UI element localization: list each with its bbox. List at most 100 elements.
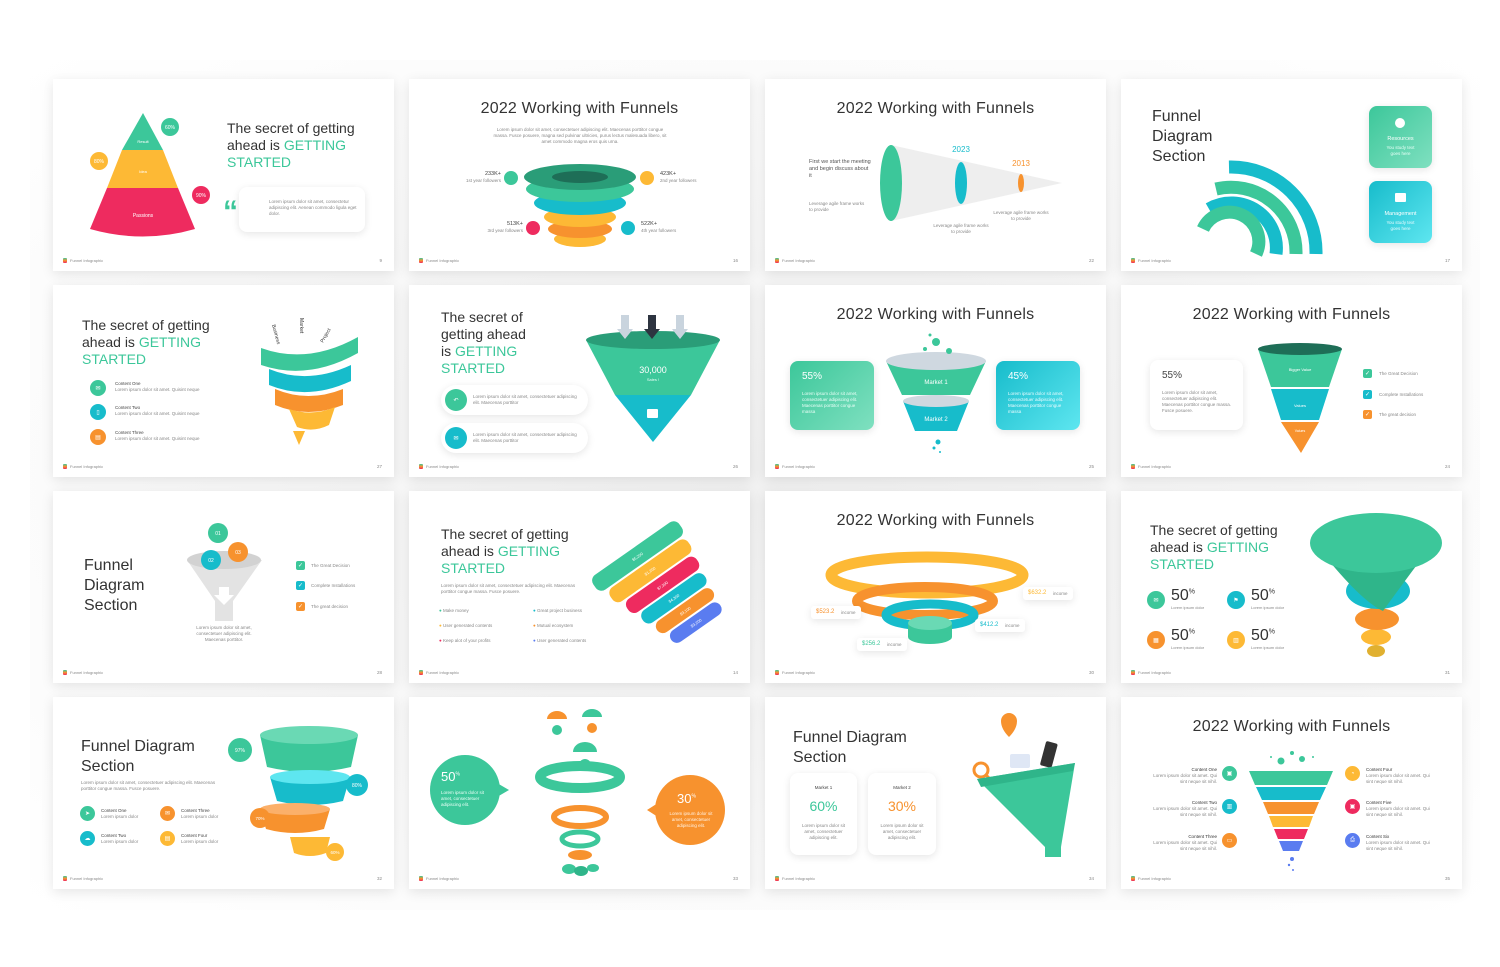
legend-item: The great decision <box>1379 412 1417 417</box>
marketing-funnel-graphic <box>972 713 1075 857</box>
bar-chart-icon: ▥ <box>1222 799 1237 814</box>
footer-brand: Funnel Infographic <box>63 258 103 263</box>
list-item: Content Five Lorem ipsum dolor sit amet. … <box>1366 800 1430 817</box>
slide-thumbnail-2[interactable]: 2022 Working with Funnels Lorem ipsum do… <box>409 79 750 271</box>
page-number: 25 <box>1088 464 1094 469</box>
svg-text:02: 02 <box>208 558 214 564</box>
footer-brand: Funnel Infographic <box>775 464 815 469</box>
footer-brand: Funnel Infographic <box>775 876 815 881</box>
slide-thumbnail-8[interactable]: 2022 Working with Funnels 55% Lorem ipsu… <box>1121 285 1462 477</box>
board-icon <box>1395 193 1406 202</box>
logo-icon <box>63 876 67 881</box>
slide-thumbnail-15[interactable]: Funnel Diagram Section Market 1 60% Lore… <box>765 697 1106 889</box>
year-label: 2023 <box>952 145 970 154</box>
mail-icon: ✉ <box>445 427 467 449</box>
footer-brand: Funnel Infographic <box>1131 258 1171 263</box>
list-item: Content Six Lorem ipsum dolor sit amet. Q… <box>1366 834 1430 851</box>
page-number: 16 <box>732 258 738 263</box>
lead-text: First we start the meeting and begin dis… <box>809 159 871 179</box>
page-number: 17 <box>1444 258 1450 263</box>
svg-text:60%: 60% <box>165 125 176 131</box>
spiral-funnel-graphic: Business Market Project <box>261 318 358 445</box>
footer-brand: Funnel Infographic <box>1131 876 1171 881</box>
stat-4: 522K+ 4th year followers <box>641 221 677 233</box>
footer-brand: Funnel Infographic <box>419 670 459 675</box>
magnifier-icon <box>972 761 990 779</box>
reply-icon: ↶ <box>445 389 467 411</box>
user-icon <box>552 725 562 735</box>
slide-thumbnail-14[interactable]: 50% Lorem ipsum dolor sit amet, consecte… <box>409 697 750 889</box>
svg-text:Market 2: Market 2 <box>924 417 948 423</box>
chat-icon <box>1010 754 1030 768</box>
layer-label: Idea <box>139 169 148 174</box>
slide-thumbnail-3[interactable]: 2022 Working with Funnels 2023 2013 Firs… <box>765 79 1106 271</box>
footer-brand: Funnel Infographic <box>419 876 459 881</box>
svg-text:Market: Market <box>298 318 304 334</box>
bubble-value-right: 30% <box>677 791 696 806</box>
svg-text:Values: Values <box>1294 403 1306 408</box>
slide-thumbnail-13[interactable]: Funnel Diagram Section Lorem ipsum dolor… <box>53 697 394 889</box>
logo-icon <box>1131 464 1135 469</box>
layer-label: Result <box>137 139 149 144</box>
slide-thumbnail-16[interactable]: 2022 Working with Funnels ▣ Content One L… <box>1121 697 1462 889</box>
note-text: Leverage agile frame works to provide <box>933 223 989 234</box>
logo-icon <box>63 464 67 469</box>
slide-thumbnail-5[interactable]: The secret of getting ahead is GETTING S… <box>53 285 394 477</box>
check-icon: ✓ <box>296 581 305 590</box>
check-icon <box>647 409 658 418</box>
page-number: 22 <box>1088 258 1094 263</box>
svg-text:Bigger Value: Bigger Value <box>1289 367 1312 372</box>
layer-label: Passions <box>133 213 154 219</box>
svg-text:Values: Values <box>1295 429 1306 433</box>
page-number: 27 <box>376 464 382 469</box>
svg-text:60%: 60% <box>330 850 339 855</box>
slide-thumbnail-1[interactable]: Result Idea Passions 60% 80% 90% “ The s… <box>53 79 394 271</box>
check-icon: ✓ <box>1363 390 1372 399</box>
three-layer-funnel-graphic: Bigger Value Values Values <box>1258 343 1342 453</box>
list-item: Content Three Lorem ipsum dolor sit amet.… <box>1153 834 1217 851</box>
list-item: Content Two Lorem ipsum dolor sit amet. Q… <box>1153 800 1217 817</box>
pie-chart-icon <box>1395 118 1405 128</box>
legend-item: Complete Installations <box>311 583 356 588</box>
svg-text:Business: Business <box>270 324 281 346</box>
stat-icon <box>504 171 518 185</box>
layered-funnel-graphic <box>1249 751 1333 871</box>
page-number: 28 <box>376 670 382 675</box>
page-number: 33 <box>732 876 738 881</box>
note-text: Leverage agile frame works to provide <box>993 210 1049 221</box>
bubble-text: Lorem ipsum dolor sit amet, consectetuer… <box>441 790 485 807</box>
list-item: Content One Lorem ipsum dolor sit amet. Q… <box>1153 767 1217 784</box>
slide-thumbnail-11[interactable]: 2022 Working with Funnels $632.2 income $… <box>765 491 1106 683</box>
logo-icon <box>775 876 779 881</box>
description: Lorem ipsum dolor sit amet, consectetuer… <box>196 625 252 642</box>
slide-thumbnail-6[interactable]: The secret of getting ahead is GETTING S… <box>409 285 750 477</box>
svg-text:80%: 80% <box>352 783 363 789</box>
check-icon: ✓ <box>296 602 305 611</box>
stat-3: 513K+ 3rd year followers <box>487 221 523 233</box>
svg-text:Sales !: Sales ! <box>647 377 659 382</box>
slide-thumbnail-12[interactable]: The secret of getting ahead is GETTING S… <box>1121 491 1462 683</box>
slide-thumbnail-10[interactable]: The secret of getting ahead is GETTING S… <box>409 491 750 683</box>
stat-icon <box>640 171 654 185</box>
quote-icon: “ <box>223 195 238 228</box>
management-card: Management You study text goes here <box>1369 181 1432 243</box>
check-icon: ✓ <box>296 561 305 570</box>
stat-1: 233K+ 1st year followers <box>465 171 501 183</box>
footer-brand: Funnel Infographic <box>1131 464 1171 469</box>
footer-brand: Funnel Infographic <box>1131 670 1171 675</box>
footer-brand: Funnel Infographic <box>775 670 815 675</box>
arrow-down-icons <box>617 315 688 339</box>
logo-icon <box>775 670 779 675</box>
pie-chart-icon: ◔ <box>1345 766 1360 781</box>
legend-item: Complete Installations <box>1379 392 1424 397</box>
slide-thumbnail-9[interactable]: Funnel Diagram Section 01 02 03 Lorem ip… <box>53 491 394 683</box>
briefcase-icon: ▣ <box>1222 766 1237 781</box>
slide-thumbnail-4[interactable]: Funnel Diagram Section Resources You stu… <box>1121 79 1462 271</box>
coins-icon <box>562 864 599 876</box>
logo-icon <box>419 876 423 881</box>
page-number: 34 <box>1088 876 1094 881</box>
logo-icon <box>419 258 423 263</box>
quote-card: Lorem ipsum dolor sit amet, consectetur … <box>239 187 365 232</box>
legend-item: The Great Decision <box>1379 371 1418 376</box>
slide-thumbnail-7[interactable]: 2022 Working with Funnels 55% Lorem ipsu… <box>765 285 1106 477</box>
